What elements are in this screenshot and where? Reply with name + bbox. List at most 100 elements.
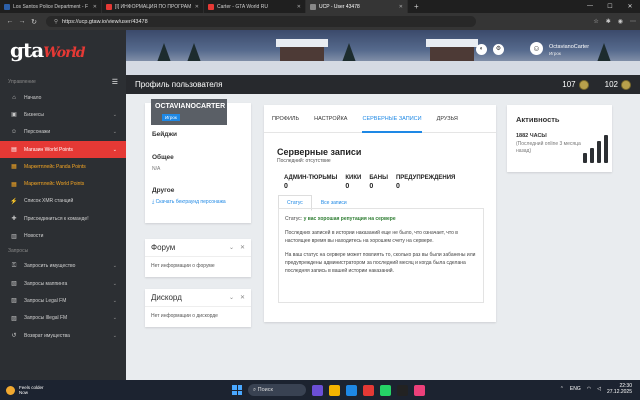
- forward-icon[interactable]: →: [16, 18, 28, 25]
- sidebar-item-legal-fm[interactable]: ▨ Запросы Legal FM ⌄: [0, 292, 126, 309]
- sidebar-item-mapping-requests[interactable]: ▧ Запросы маппинга ⌄: [0, 275, 126, 292]
- tab-settings[interactable]: НАСТРОЙКА: [314, 105, 347, 133]
- close-icon[interactable]: ✕: [195, 4, 199, 10]
- sidebar-item-world-points-shop[interactable]: ▤ Магазин World Points ⌄: [0, 140, 126, 159]
- count-kicks: КИКИ 0: [345, 175, 361, 190]
- sidebar-item-world-marketplace[interactable]: ▦ Маркетплейс World Points: [0, 175, 126, 192]
- wifi-icon[interactable]: ◠: [587, 386, 591, 392]
- discord-card-header: Дискорд ⌄ ✕: [145, 289, 251, 307]
- volume-icon[interactable]: ◁: [597, 386, 601, 392]
- star-icon[interactable]: ☆: [593, 18, 598, 25]
- briefcase-icon: ▣: [11, 112, 17, 119]
- extensions-icon[interactable]: ✱: [606, 18, 611, 25]
- sidebar-item-xmr-stations[interactable]: ⚡ Список XMR станций: [0, 193, 126, 210]
- taskbar-search[interactable]: ⌕ Поиск: [248, 384, 306, 396]
- sidebar-item-illegal-fm[interactable]: ▨ Запросы Illegal FM ⌄: [0, 310, 126, 327]
- window-close-icon[interactable]: ✕: [620, 3, 640, 10]
- window-controls: — ☐ ✕: [580, 3, 640, 10]
- theme-toggle-icon[interactable]: ◐: [476, 44, 487, 55]
- count-value: 0: [369, 183, 374, 190]
- tab-label: Los Santos Police Department - F: [13, 3, 89, 10]
- sidebar-item-home[interactable]: ⌂ Начало: [0, 89, 126, 106]
- news-icon: ▥: [11, 233, 17, 240]
- gta-world-logo[interactable]: gtaWorld: [10, 38, 86, 62]
- user-avatar-icon[interactable]: ☺: [530, 42, 543, 55]
- sidebar-item-property-return[interactable]: ↺ Возврат имущества ⌄: [0, 327, 126, 344]
- download-background-link[interactable]: ⤓ Скачать бекграунд персонажа: [152, 199, 226, 205]
- status-paragraph: Последних записей в истории наказаний ещ…: [285, 230, 458, 244]
- app-icon[interactable]: [329, 384, 340, 396]
- tab-friends[interactable]: ДРУЗЬЯ: [437, 105, 458, 133]
- activity-bar: [604, 135, 608, 163]
- close-icon[interactable]: ✕: [240, 294, 245, 301]
- settings-icon[interactable]: ⚙: [493, 44, 504, 55]
- sidebar-item-join-team[interactable]: ✚ Присоединиться к команде!: [0, 210, 126, 227]
- close-icon[interactable]: ✕: [240, 244, 245, 251]
- windows-taskbar: Feels colder Now ⌕ Поиск ⌃ ENG ◠ ◁ 22:30 2…: [0, 380, 640, 400]
- chevron-down-icon: ⌄: [112, 111, 117, 118]
- close-icon[interactable]: ✕: [297, 4, 301, 10]
- key-icon: ⚿: [11, 262, 17, 269]
- url-input[interactable]: ⚲ https://ucp.gtaw.io/view/user/43478: [46, 16, 476, 27]
- clock-date: 27.12.2025: [606, 389, 632, 395]
- app-icon[interactable]: [397, 384, 408, 396]
- browser-tab-active[interactable]: UCP - User 43478 ✕: [306, 0, 408, 13]
- profile-tabs: ПРОФИЛЬ НАСТРОЙКА СЕРВЕРНЫЕ ЗАПИСИ ДРУЗЬ…: [264, 105, 496, 133]
- lock-icon: ⚲: [54, 18, 59, 25]
- browser-tab[interactable]: Los Santos Police Department - F ✕: [0, 0, 102, 13]
- profile-name-plate: OCTAVIANOCARTER Игрок: [151, 99, 227, 125]
- windows-start-icon[interactable]: [232, 385, 242, 395]
- hamburger-icon[interactable]: ☰: [112, 78, 118, 86]
- weather-widget[interactable]: Feels colder Now: [0, 385, 44, 396]
- store-icon: ▦: [11, 181, 17, 188]
- browser-tab-bar: Los Santos Police Department - F ✕ [I] ИН…: [0, 0, 640, 13]
- header-user-name[interactable]: OctavianoCarter: [549, 44, 589, 50]
- sidebar-item-panda-marketplace[interactable]: ▦ Маркетплейс Panda Points: [0, 158, 126, 175]
- collapse-icon[interactable]: ⌄: [229, 294, 234, 301]
- sidebar-item-news[interactable]: ▥ Новости: [0, 227, 126, 244]
- stat-panda-points: 107: [562, 79, 589, 90]
- radio-icon: ▨: [11, 315, 17, 322]
- app-icon[interactable]: [380, 384, 391, 396]
- sidebar-item-characters[interactable]: ☺ Персонажи ⌄: [0, 124, 126, 141]
- sidebar-item-label: Бизнесы: [24, 111, 45, 118]
- menu-icon[interactable]: ⋯: [630, 18, 636, 25]
- minimize-icon[interactable]: —: [580, 3, 600, 10]
- banner-roof: [426, 39, 478, 47]
- close-icon[interactable]: ✕: [399, 4, 403, 10]
- app-icon[interactable]: [312, 384, 323, 396]
- page-title: Профиль пользователя: [135, 80, 223, 89]
- tab-server-records[interactable]: СЕРВЕРНЫЕ ЗАПИСИ: [362, 105, 422, 133]
- activity-bar: [590, 148, 594, 163]
- count-warnings: ПРЕДУПРЕЖДЕНИЯ 0: [396, 175, 455, 190]
- sidebar-item-businesses[interactable]: ▣ Бизнесы ⌄: [0, 106, 126, 123]
- app-icon[interactable]: [414, 384, 425, 396]
- profile-icon[interactable]: ◉: [618, 18, 623, 25]
- sidebar-item-request-property[interactable]: ⚿ Запросить имущество ⌄: [0, 258, 126, 275]
- app-icon[interactable]: [363, 384, 374, 396]
- reload-icon[interactable]: ↻: [28, 18, 40, 26]
- tab-profile[interactable]: ПРОФИЛЬ: [272, 105, 299, 133]
- close-icon[interactable]: ✕: [93, 4, 97, 10]
- collapse-icon[interactable]: ⌄: [229, 244, 234, 251]
- banner-snow: [126, 61, 640, 75]
- language-indicator[interactable]: ENG: [570, 386, 581, 392]
- home-icon: ⌂: [12, 94, 16, 101]
- profile-name: OCTAVIANOCARTER: [155, 103, 226, 110]
- server-records-card: ПРОФИЛЬ НАСТРОЙКА СЕРВЕРНЫЕ ЗАПИСИ ДРУЗЬ…: [264, 105, 496, 322]
- user-icon: ☺: [10, 129, 18, 136]
- browser-tab[interactable]: [I] ИНФОРМАЦИЯ ПО ПРОГРАМ ✕: [102, 0, 204, 13]
- maximize-icon[interactable]: ☐: [600, 3, 620, 10]
- count-value: 0: [345, 183, 350, 190]
- status-prefix: Статус:: [285, 216, 303, 222]
- tray-chevron-icon[interactable]: ⌃: [560, 386, 564, 392]
- back-icon[interactable]: ←: [4, 18, 16, 25]
- chevron-down-icon: ⌄: [112, 280, 117, 287]
- discord-card: Дискорд ⌄ ✕ Нет информации о дискорде: [145, 289, 251, 327]
- new-tab-icon[interactable]: +: [408, 2, 425, 11]
- clock[interactable]: 22:30 27.12.2025: [607, 383, 632, 395]
- app-icon[interactable]: [346, 384, 357, 396]
- browser-tab[interactable]: Carter - GTA World RU ✕: [204, 0, 306, 13]
- join-icon: ✚: [11, 216, 17, 223]
- header-user-role: Игрок: [549, 51, 561, 56]
